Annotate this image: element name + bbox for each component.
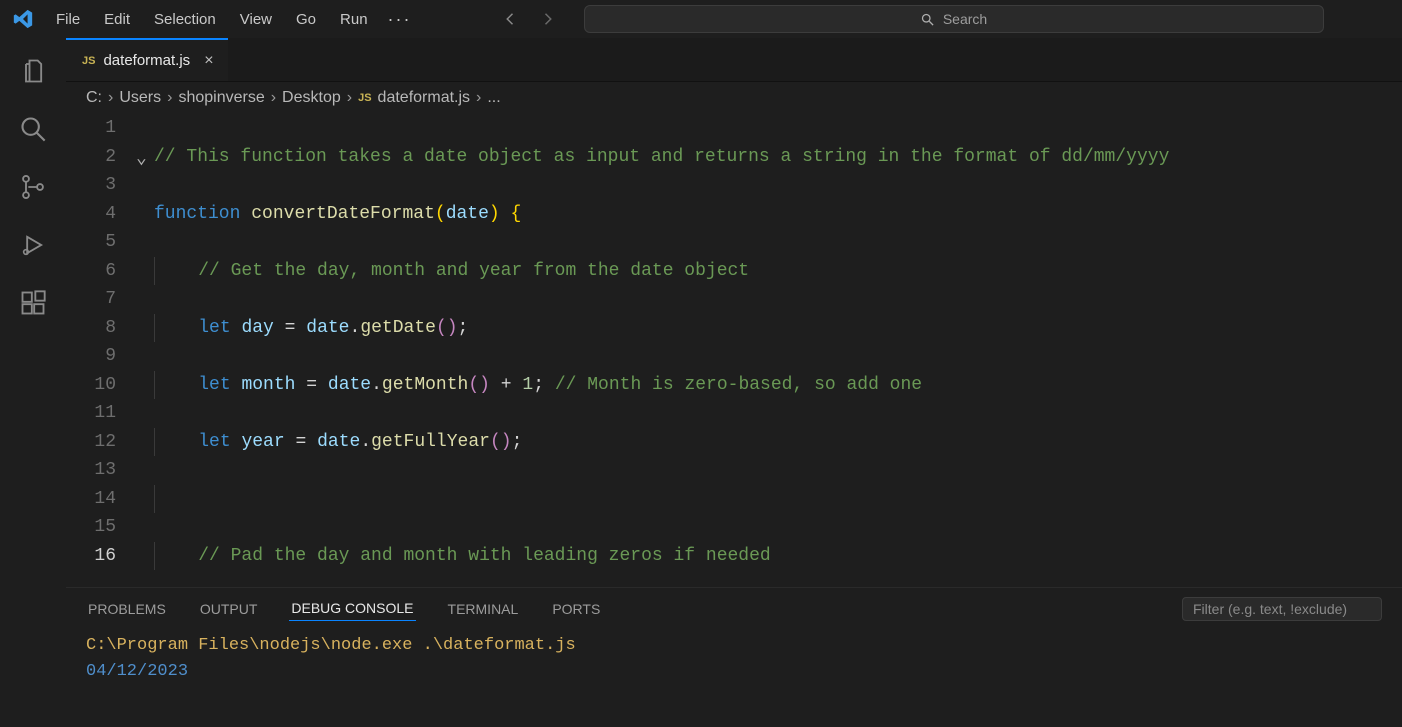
panel-tab-bar: PROBLEMS OUTPUT DEBUG CONSOLE TERMINAL P… bbox=[66, 588, 1402, 621]
panel-tab-debug-console[interactable]: DEBUG CONSOLE bbox=[289, 596, 415, 621]
menu-go[interactable]: Go bbox=[286, 7, 326, 32]
breadcrumb-segment[interactable]: Users bbox=[119, 89, 161, 107]
js-file-icon: JS bbox=[82, 55, 95, 67]
fold-gutter[interactable]: ⌄ bbox=[136, 114, 154, 587]
menu-file[interactable]: File bbox=[46, 7, 90, 32]
console-output: 04/12/2023 bbox=[86, 659, 1382, 685]
menu-run[interactable]: Run bbox=[330, 7, 378, 32]
panel-tab-ports[interactable]: PORTS bbox=[550, 597, 602, 621]
menu-edit[interactable]: Edit bbox=[94, 7, 140, 32]
editor-tab-bar: JS dateformat.js × bbox=[66, 38, 1402, 82]
chevron-right-icon: › bbox=[347, 89, 352, 107]
panel-filter-input[interactable]: Filter (e.g. text, !exclude) bbox=[1182, 597, 1382, 621]
chevron-right-icon: › bbox=[167, 89, 172, 107]
chevron-right-icon: › bbox=[108, 89, 113, 107]
breadcrumb-segment[interactable]: shopinverse bbox=[178, 89, 264, 107]
breadcrumb-segment[interactable]: Desktop bbox=[282, 89, 341, 107]
breadcrumb[interactable]: C: › Users › shopinverse › Desktop › JS … bbox=[66, 82, 1402, 114]
chevron-right-icon: › bbox=[271, 89, 276, 107]
js-file-icon: JS bbox=[358, 92, 371, 104]
activity-bar bbox=[0, 38, 66, 727]
tab-filename: dateformat.js bbox=[103, 52, 190, 69]
search-sidebar-icon[interactable] bbox=[18, 114, 48, 144]
console-command: C:\Program Files\nodejs\node.exe .\datef… bbox=[86, 633, 1382, 659]
nav-back-icon[interactable] bbox=[502, 10, 520, 28]
close-icon[interactable]: × bbox=[204, 52, 213, 70]
source-control-icon[interactable] bbox=[18, 172, 48, 202]
menu-selection[interactable]: Selection bbox=[144, 7, 226, 32]
bottom-panel: PROBLEMS OUTPUT DEBUG CONSOLE TERMINAL P… bbox=[66, 587, 1402, 727]
tab-dateformat[interactable]: JS dateformat.js × bbox=[66, 38, 228, 81]
breadcrumb-tail[interactable]: ... bbox=[487, 89, 500, 107]
nav-forward-icon[interactable] bbox=[538, 10, 556, 28]
command-center-search[interactable]: Search bbox=[584, 5, 1324, 33]
main-menu: File Edit Selection View Go Run bbox=[46, 7, 378, 32]
panel-tab-terminal[interactable]: TERMINAL bbox=[446, 597, 521, 621]
panel-tab-problems[interactable]: PROBLEMS bbox=[86, 597, 168, 621]
search-placeholder: Search bbox=[943, 11, 987, 27]
breadcrumb-file[interactable]: dateformat.js bbox=[378, 89, 470, 107]
title-bar: File Edit Selection View Go Run ··· Sear… bbox=[0, 0, 1402, 38]
debug-console-body[interactable]: C:\Program Files\nodejs\node.exe .\datef… bbox=[66, 621, 1402, 727]
explorer-icon[interactable] bbox=[18, 56, 48, 86]
chevron-right-icon: › bbox=[476, 89, 481, 107]
run-debug-icon[interactable] bbox=[18, 230, 48, 260]
panel-tab-output[interactable]: OUTPUT bbox=[198, 597, 260, 621]
vscode-logo-icon bbox=[8, 4, 38, 34]
nav-arrows bbox=[502, 10, 556, 28]
code-content[interactable]: // This function takes a date object as … bbox=[154, 114, 1402, 587]
search-icon bbox=[920, 12, 935, 27]
code-editor[interactable]: 12345678910111213141516 ⌄ // This functi… bbox=[66, 114, 1402, 587]
line-number-gutter: 12345678910111213141516 bbox=[66, 114, 136, 587]
extensions-icon[interactable] bbox=[18, 288, 48, 318]
menu-overflow-icon[interactable]: ··· bbox=[378, 5, 422, 34]
breadcrumb-drive[interactable]: C: bbox=[86, 89, 102, 107]
chevron-down-icon[interactable]: ⌄ bbox=[136, 145, 147, 174]
menu-view[interactable]: View bbox=[230, 7, 282, 32]
